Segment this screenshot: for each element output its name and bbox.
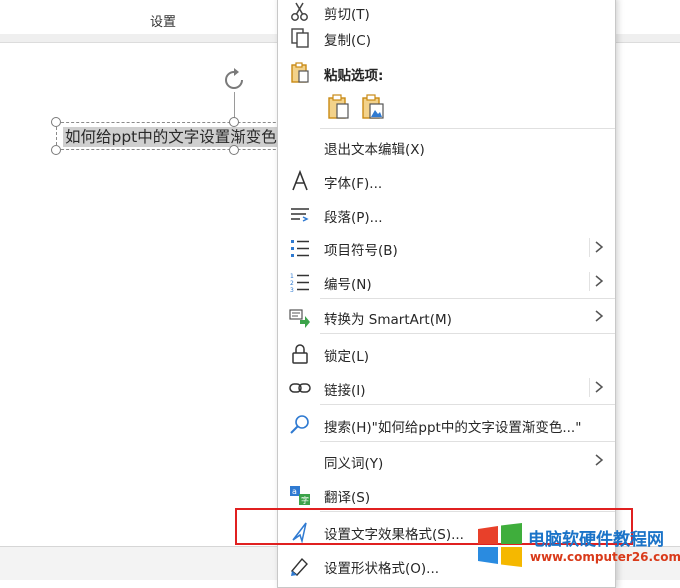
submenu-divider	[589, 238, 590, 257]
watermark-url: www.computer26.com	[530, 550, 680, 564]
resize-handle-tl[interactable]	[51, 117, 61, 127]
menu-item-paste-options: 粘贴选项:	[278, 56, 615, 89]
context-menu: 剪切(T) 复制(C) 粘贴选项: 退出文本编辑(X) 字体(F)... 段落(…	[277, 0, 616, 588]
menu-item-convert-smartart[interactable]: 转换为 SmartArt(M)	[278, 300, 615, 333]
menu-item-paragraph[interactable]: 段落(P)...	[278, 198, 615, 231]
paragraph-icon	[291, 208, 309, 222]
chevron-right-icon	[595, 310, 604, 322]
menu-label-synonyms: 同义词(Y)	[324, 456, 384, 472]
svg-text:字: 字	[301, 495, 309, 505]
menu-item-font[interactable]: 字体(F)...	[278, 164, 615, 197]
font-icon	[292, 170, 308, 191]
menu-item-lock[interactable]: 锁定(L)	[278, 337, 615, 370]
search-icon	[290, 415, 309, 434]
scissors-icon	[291, 2, 308, 21]
menu-item-numbering[interactable]: 1 2 3 编号(N)	[278, 265, 615, 298]
resize-handle-bl[interactable]	[51, 145, 61, 155]
translate-icon: a 字	[290, 486, 310, 505]
format-shape-icon	[291, 557, 308, 576]
chevron-right-icon	[595, 381, 604, 393]
menu-separator	[320, 404, 615, 405]
menu-label-paste-options: 粘贴选项:	[324, 68, 384, 84]
menu-label-bullets: 项目符号(B)	[324, 243, 398, 259]
clipboard-icon	[291, 62, 309, 83]
svg-text:1: 1	[290, 273, 294, 280]
menu-label-format-shape: 设置形状格式(O)...	[324, 561, 440, 577]
ribbon-group-label: 设置	[150, 15, 177, 30]
bullets-icon	[291, 240, 309, 257]
numbering-icon: 1 2 3	[290, 273, 309, 293]
menu-label-translate: 翻译(S)	[324, 490, 371, 506]
menu-separator	[320, 441, 615, 442]
submenu-divider	[589, 378, 590, 397]
paste-as-picture-icon[interactable]	[359, 93, 387, 121]
paste-keep-format-icon[interactable]	[325, 93, 353, 121]
menu-label-lock: 锁定(L)	[324, 349, 370, 365]
textbox-text[interactable]: 如何给ppt中的文字设置渐变色	[63, 127, 279, 147]
lock-icon	[292, 344, 308, 364]
menu-label-copy: 复制(C)	[324, 33, 371, 49]
copy-icon	[291, 28, 309, 48]
site-watermark: 电脑软硬件教程网 www.computer26.com	[476, 521, 680, 573]
menu-item-link[interactable]: 链接(I)	[278, 371, 615, 404]
menu-item-exit-text-edit[interactable]: 退出文本编辑(X)	[278, 130, 615, 163]
menu-separator	[320, 298, 615, 299]
chevron-right-icon	[595, 275, 604, 287]
menu-label-search: 搜索(H)"如何给ppt中的文字设置渐变色..."	[324, 420, 582, 436]
menu-label-paragraph: 段落(P)...	[324, 210, 383, 226]
menu-label-convert-smartart: 转换为 SmartArt(M)	[324, 312, 452, 328]
menu-label-link: 链接(I)	[324, 383, 366, 399]
svg-text:2: 2	[290, 280, 294, 287]
windows-logo-icon	[478, 523, 522, 567]
menu-item-bullets[interactable]: 项目符号(B)	[278, 231, 615, 264]
menu-item-search[interactable]: 搜索(H)"如何给ppt中的文字设置渐变色..."	[278, 408, 615, 441]
resize-handle-tc[interactable]	[229, 117, 239, 127]
menu-separator	[320, 128, 615, 129]
smartart-icon	[289, 309, 310, 328]
menu-item-copy[interactable]: 复制(C)	[278, 21, 615, 54]
menu-item-synonyms[interactable]: 同义词(Y)	[278, 444, 615, 477]
chevron-right-icon	[595, 454, 604, 466]
resize-handle-bc[interactable]	[229, 145, 239, 155]
rotate-stem	[234, 92, 235, 120]
menu-label-exit-text-edit: 退出文本编辑(X)	[324, 142, 425, 158]
menu-label-cut: 剪切(T)	[324, 7, 370, 23]
chevron-right-icon	[595, 241, 604, 253]
watermark-title: 电脑软硬件教程网	[528, 530, 664, 550]
menu-label-font: 字体(F)...	[324, 176, 383, 192]
svg-text:a: a	[292, 487, 297, 496]
menu-item-translate[interactable]: a 字 翻译(S)	[278, 478, 615, 511]
rotate-handle-icon[interactable]	[222, 68, 246, 92]
link-icon	[289, 383, 311, 393]
menu-label-numbering: 编号(N)	[324, 277, 372, 293]
slide-textbox[interactable]: 如何给ppt中的文字设置渐变色	[56, 122, 296, 150]
menu-separator	[320, 333, 615, 334]
submenu-divider	[589, 272, 590, 291]
svg-text:3: 3	[290, 287, 294, 293]
